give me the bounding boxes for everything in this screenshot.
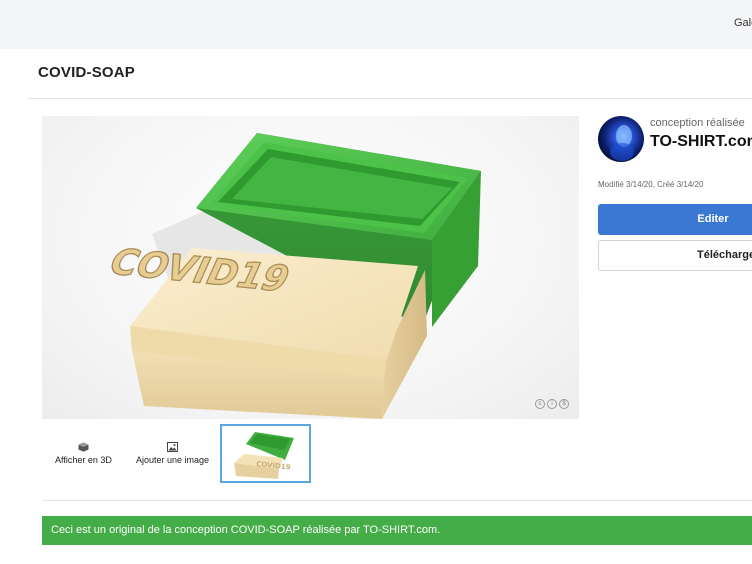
avatar[interactable] <box>598 116 644 162</box>
thumbnail-strip: Afficher en 3D Ajouter une image COVID19 <box>42 424 579 484</box>
edit-button[interactable]: Editer <box>598 204 752 235</box>
nav-gallery-link[interactable]: Gale <box>734 17 752 29</box>
soap-mold-render: COVID19 <box>102 133 481 419</box>
image-icon <box>167 442 179 452</box>
design-dates: Modifié 3/14/20, Créé 3/14/20 <box>598 180 704 189</box>
license-icons[interactable]: c i $ <box>535 399 569 409</box>
designer-name-link[interactable]: TO-SHIRT.com <box>650 133 752 151</box>
page-title: COVID-SOAP <box>38 64 136 81</box>
by-icon: i <box>547 399 557 409</box>
download-button[interactable]: Télécharge <box>598 240 752 271</box>
avatar-image <box>610 125 634 161</box>
view-3d-button[interactable]: Afficher en 3D <box>55 442 112 465</box>
cc-icon: c <box>535 399 545 409</box>
nc-icon: $ <box>559 399 569 409</box>
top-navigation-bar: Gale <box>0 0 752 49</box>
add-image-label: Ajouter une image <box>136 455 210 465</box>
add-image-button[interactable]: Ajouter une image <box>136 442 209 465</box>
divider <box>42 500 752 501</box>
model-preview[interactable]: COVID19 c i $ <box>42 116 579 419</box>
designer-byline: conception réalisée <box>650 117 745 129</box>
view-3d-label: Afficher en 3D <box>55 455 112 465</box>
cube-icon <box>78 442 89 452</box>
divider <box>28 98 752 99</box>
original-design-banner: Ceci est un original de la conception CO… <box>42 516 752 545</box>
selected-thumbnail[interactable]: COVID19 <box>220 424 311 483</box>
thumbnail-render: COVID19 <box>234 432 294 479</box>
